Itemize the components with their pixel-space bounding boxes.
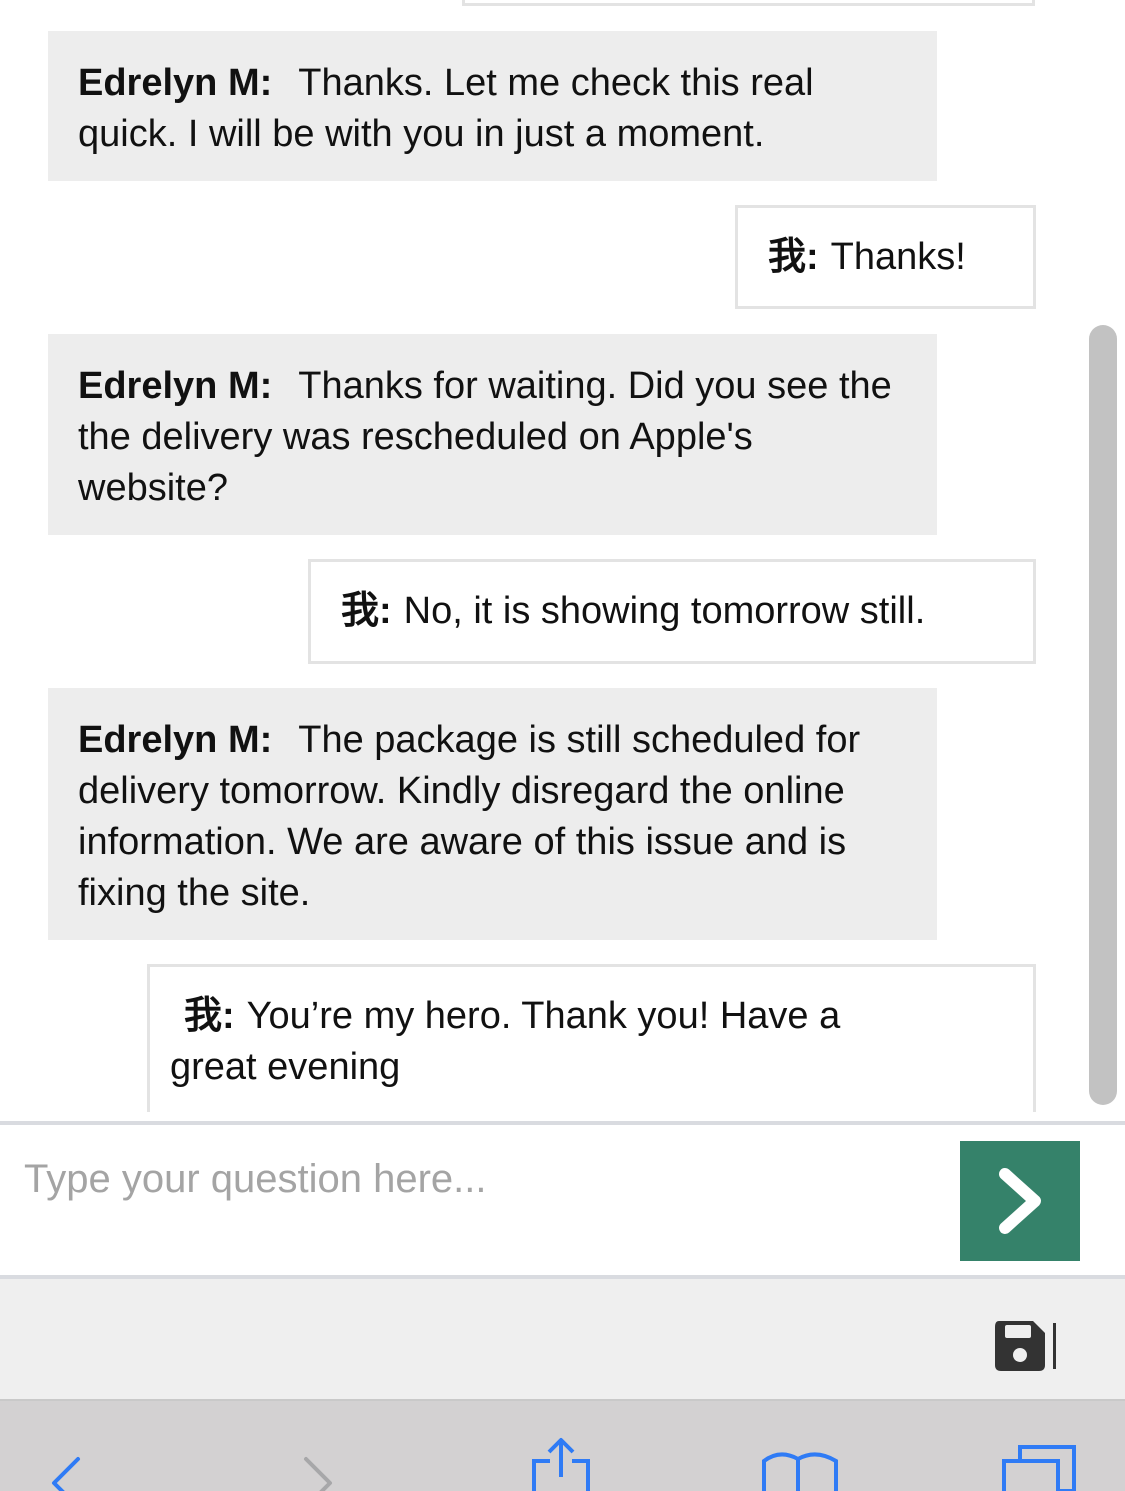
forward-icon[interactable] — [296, 1453, 340, 1491]
user-message: 我: You’re my hero. Thank you! Have a grea… — [147, 964, 1036, 1112]
agent-name: Edrelyn M: — [78, 365, 273, 407]
agent-name: Edrelyn M: — [78, 719, 273, 761]
agent-name: Edrelyn M: — [78, 62, 273, 104]
back-icon[interactable] — [44, 1453, 88, 1491]
message-text: No, it is showing tomorrow still. — [403, 590, 926, 632]
chat-toolbar — [0, 1279, 1125, 1401]
chevron-right-icon — [999, 1168, 1041, 1234]
floppy-disk-icon[interactable] — [993, 1319, 1047, 1373]
send-button[interactable] — [960, 1141, 1080, 1261]
user-message: 我: No, it is showing tomorrow still. — [308, 559, 1036, 664]
agent-message: Edrelyn M: Thanks. Let me check this real… — [48, 31, 937, 181]
agent-message: Edrelyn M: Thanks for waiting. Did you se… — [48, 334, 937, 535]
transcript-scrollbar[interactable] — [1089, 325, 1117, 1105]
chat-screen: Edrelyn M: Thanks. Let me check this real… — [0, 0, 1125, 1491]
browser-toolbar — [0, 1401, 1125, 1491]
user-name: 我: — [341, 590, 392, 632]
user-message: 我: Thanks! — [735, 205, 1036, 309]
chat-transcript[interactable]: Edrelyn M: Thanks. Let me check this real… — [0, 0, 1125, 1112]
question-input[interactable] — [24, 1149, 924, 1209]
user-name: 我: — [184, 995, 235, 1037]
previous-message-edge — [462, 0, 1035, 6]
message-text: You’re my hero. Thank you! Have a great … — [170, 995, 841, 1088]
bookmarks-icon[interactable] — [760, 1447, 840, 1491]
text-cursor — [1053, 1323, 1056, 1369]
user-name: 我: — [768, 236, 819, 278]
compose-bar — [0, 1121, 1125, 1279]
share-icon[interactable] — [530, 1437, 594, 1491]
tabs-icon[interactable] — [1000, 1443, 1080, 1491]
message-text: Thanks! — [830, 236, 966, 278]
agent-message: Edrelyn M: The package is still scheduled… — [48, 688, 937, 940]
